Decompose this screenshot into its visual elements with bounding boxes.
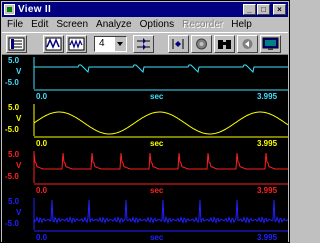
menu-edit[interactable]: Edit <box>31 17 48 32</box>
chevron-down-icon[interactable] <box>114 37 126 51</box>
channel-x-unit-label: sec <box>150 186 164 195</box>
zoom-in-waveform-icon <box>45 37 62 51</box>
channel-count-dropdown[interactable]: 4 <box>94 36 127 52</box>
channel-1-trace <box>34 64 288 74</box>
scale-adjust-button[interactable] <box>168 35 189 53</box>
channel-x-unit-label: sec <box>150 233 164 242</box>
menu-recorder[interactable]: Recorder <box>182 17 223 32</box>
channel-x-end-label: 3.995 <box>257 139 278 148</box>
channel-arrange-icon <box>137 38 150 50</box>
plot-setup-icon <box>8 37 25 51</box>
channel-y-max-label: 5.0 <box>8 56 20 65</box>
channel-y-unit-label: V <box>16 114 22 123</box>
menu-help[interactable]: Help <box>231 17 252 32</box>
channel-x-end-label: 3.995 <box>257 186 278 195</box>
hand-button[interactable] <box>237 35 258 53</box>
channel-2-plot[interactable]: 5.0 V -5.0 0.0 sec 3.995 <box>2 102 288 149</box>
monitor-icon <box>262 37 279 50</box>
channel-x-end-label: 3.995 <box>257 233 278 242</box>
zoom-out-waveform-icon <box>68 37 85 51</box>
channel-3-plot[interactable]: 5.0 V -5.0 0.0 sec 3.995 <box>2 149 288 196</box>
channel-x-start-label: 0.0 <box>36 139 48 148</box>
close-button[interactable]: × <box>273 4 286 15</box>
channel-4-plot[interactable]: 5.0 V -5.0 0.0 sec 3.995 <box>2 196 288 243</box>
channel-y-min-label: -5.0 <box>5 219 19 228</box>
channel-x-unit-label: sec <box>150 139 164 148</box>
channel-x-start-label: 0.0 <box>36 92 48 101</box>
channel-y-unit-label: V <box>16 161 22 170</box>
search-button[interactable] <box>214 35 235 53</box>
channel-y-unit-label: V <box>16 208 22 217</box>
window-title: View II <box>18 4 52 15</box>
channel-2-trace <box>33 111 288 135</box>
menu-analyze[interactable]: Analyze <box>96 17 132 32</box>
channel-x-start-label: 0.0 <box>36 186 48 195</box>
settings-button[interactable] <box>191 35 212 53</box>
channel-count-value: 4 <box>99 38 105 49</box>
plot-setup-button[interactable] <box>6 35 27 53</box>
monitor-button[interactable] <box>260 35 281 53</box>
menu-screen[interactable]: Screen <box>56 17 88 32</box>
channel-y-max-label: 5.0 <box>8 103 20 112</box>
channel-1-plot[interactable]: 5.0 V -5.0 0.0 sec 3.995 <box>2 55 288 102</box>
channel-y-max-label: 5.0 <box>8 150 20 159</box>
zoom-out-button[interactable] <box>66 35 87 53</box>
channel-y-max-label: 5.0 <box>8 197 20 206</box>
binoculars-search-icon <box>218 40 231 49</box>
menu-bar: File Edit Screen Analyze Options Recorder Help <box>2 17 288 32</box>
settings-gear-icon <box>196 38 207 50</box>
channel-y-unit-label: V <box>16 67 22 76</box>
toolbar: 4 <box>2 32 288 55</box>
channel-x-unit-label: sec <box>150 92 164 101</box>
menu-options[interactable]: Options <box>140 17 174 32</box>
channel-x-end-label: 3.995 <box>257 92 278 101</box>
channel-x-start-label: 0.0 <box>36 233 48 242</box>
channel-y-min-label: -5.0 <box>5 172 19 181</box>
hand-icon <box>242 39 253 49</box>
zoom-in-button[interactable] <box>43 35 64 53</box>
channel-y-min-label: -5.0 <box>5 78 19 87</box>
maximize-button[interactable]: □ <box>257 4 270 15</box>
view-ii-window: View II _ □ × File Edit Screen Analyze Optio… <box>0 0 290 243</box>
menu-file[interactable]: File <box>7 17 23 32</box>
app-icon[interactable] <box>4 4 15 15</box>
waveform-display[interactable]: 5.0 V -5.0 0.0 sec 3.995 5.0 V -5.0 0.0 sec 3.995 5.… <box>2 55 288 242</box>
channel-3-trace <box>33 152 288 170</box>
channel-4-trace <box>33 199 288 225</box>
scale-adjust-icon <box>172 39 184 49</box>
channel-arrange-button[interactable] <box>133 35 154 53</box>
title-bar[interactable]: View II _ □ × <box>2 2 288 17</box>
minimize-button[interactable]: _ <box>243 4 256 15</box>
channel-y-min-label: -5.0 <box>5 125 19 134</box>
